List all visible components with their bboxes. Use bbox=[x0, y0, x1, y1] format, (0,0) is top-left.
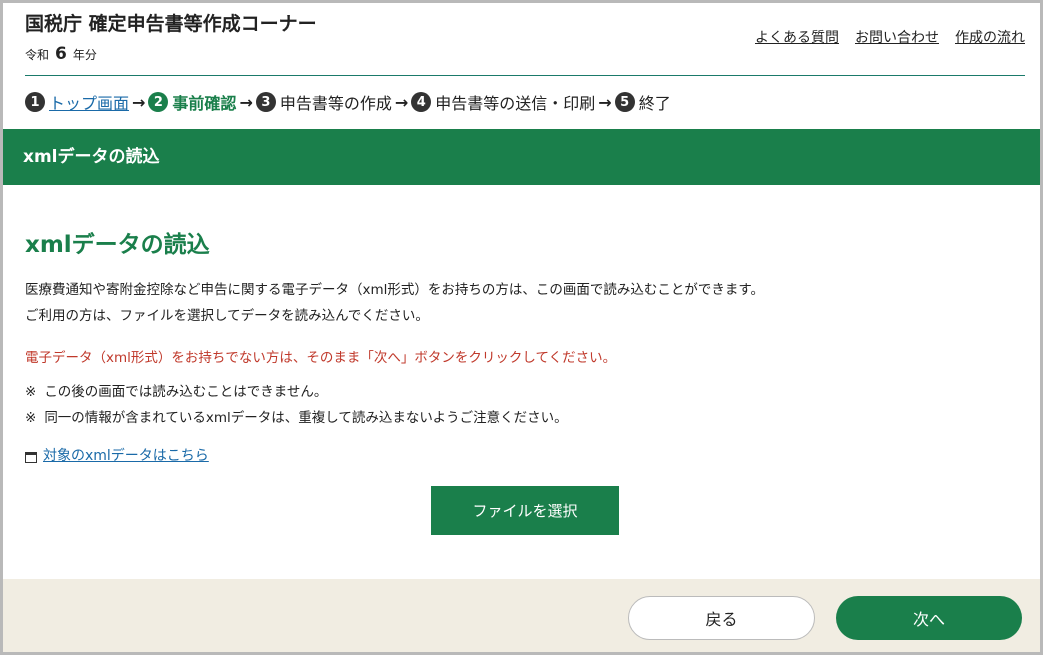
arrow-right-icon: → bbox=[132, 92, 146, 112]
note-item: ※ この後の画面では読み込むことはできません。 bbox=[25, 379, 1025, 405]
main-content: xmlデータの読込 医療費通知や寄附金控除など申告に関する電子データ（xml形式… bbox=[25, 225, 1025, 465]
target-data-link-row: 対象のxmlデータはこちら bbox=[25, 445, 1025, 465]
arrow-right-icon: → bbox=[239, 92, 253, 112]
step-precheck: 2 事前確認 bbox=[148, 90, 236, 114]
select-file-button[interactable]: ファイルを選択 bbox=[431, 486, 619, 535]
notes-list: ※ この後の画面では読み込むことはできません。 ※ 同一の情報が含まれているxm… bbox=[25, 379, 1025, 431]
faq-link[interactable]: よくある質問 bbox=[755, 27, 839, 47]
page-title: xmlデータの読込 bbox=[25, 232, 210, 258]
step-number-icon: 2 bbox=[148, 92, 169, 112]
note-mark: ※ bbox=[25, 410, 37, 426]
note-text: 同一の情報が含まれているxmlデータは、重複して読み込まないようご注意ください。 bbox=[44, 410, 568, 426]
arrow-right-icon: → bbox=[394, 92, 409, 112]
step-label[interactable]: トップ画面 bbox=[49, 90, 129, 114]
step-label: 申告書等の作成 bbox=[279, 94, 392, 113]
flow-link[interactable]: 作成の流れ bbox=[955, 27, 1025, 47]
year-prefix: 令和 bbox=[25, 48, 50, 62]
warning-text: 電子データ（xml形式）をお持ちでない方は、そのまま「次へ」ボタンをクリックして… bbox=[25, 350, 617, 366]
footer-bar: 戻る 次へ bbox=[3, 579, 1040, 652]
site-header: 国税庁 確定申告書等作成コーナー 令和 6 年分 よくある質問 お問い合わせ 作… bbox=[25, 6, 1025, 76]
note-mark: ※ bbox=[25, 384, 37, 400]
new-window-icon bbox=[25, 451, 37, 463]
step-number-icon: 4 bbox=[411, 92, 432, 112]
next-button[interactable]: 次へ bbox=[836, 596, 1022, 640]
step-top[interactable]: 1 トップ画面 bbox=[25, 90, 129, 114]
intro-text: 医療費通知や寄附金控除など申告に関する電子データ（xml形式）をお持ちの方は、こ… bbox=[25, 282, 765, 298]
header-links: よくある質問 お問い合わせ 作成の流れ bbox=[755, 27, 1025, 47]
back-button[interactable]: 戻る bbox=[628, 596, 815, 640]
step-send-print: 4 申告書等の送信・印刷 bbox=[411, 90, 595, 114]
contact-link[interactable]: お問い合わせ bbox=[855, 27, 939, 47]
site-title: 国税庁 確定申告書等作成コーナー bbox=[25, 13, 317, 35]
progress-steps: 1 トップ画面 → 2 事前確認 → 3 申告書等の作成 → 4 申告書等の送信… bbox=[25, 90, 671, 114]
step-label: 終了 bbox=[638, 94, 671, 113]
step-number-icon: 3 bbox=[255, 92, 276, 112]
tax-year: 令和 6 年分 bbox=[25, 44, 97, 64]
year-suffix: 年分 bbox=[72, 48, 97, 62]
instruction-text: ご利用の方は、ファイルを選択してデータを読み込んでください。 bbox=[25, 308, 429, 324]
step-number-icon: 1 bbox=[25, 92, 45, 112]
arrow-right-icon: → bbox=[598, 92, 612, 112]
step-number-icon: 5 bbox=[614, 92, 635, 112]
app-window: 国税庁 確定申告書等作成コーナー 令和 6 年分 よくある質問 お問い合わせ 作… bbox=[0, 0, 1043, 655]
step-finish: 5 終了 bbox=[614, 90, 671, 114]
step-label: 事前確認 bbox=[172, 94, 237, 113]
note-text: この後の画面では読み込むことはできません。 bbox=[44, 384, 328, 400]
year-number: 6 bbox=[55, 44, 67, 64]
note-item: ※ 同一の情報が含まれているxmlデータは、重複して読み込まないようご注意くださ… bbox=[25, 405, 1025, 431]
step-create: 3 申告書等の作成 bbox=[255, 90, 392, 114]
target-xml-data-link[interactable]: 対象のxmlデータはこちら bbox=[43, 445, 209, 465]
section-banner: xmlデータの読込 bbox=[3, 129, 1040, 185]
step-label: 申告書等の送信・印刷 bbox=[435, 94, 596, 113]
